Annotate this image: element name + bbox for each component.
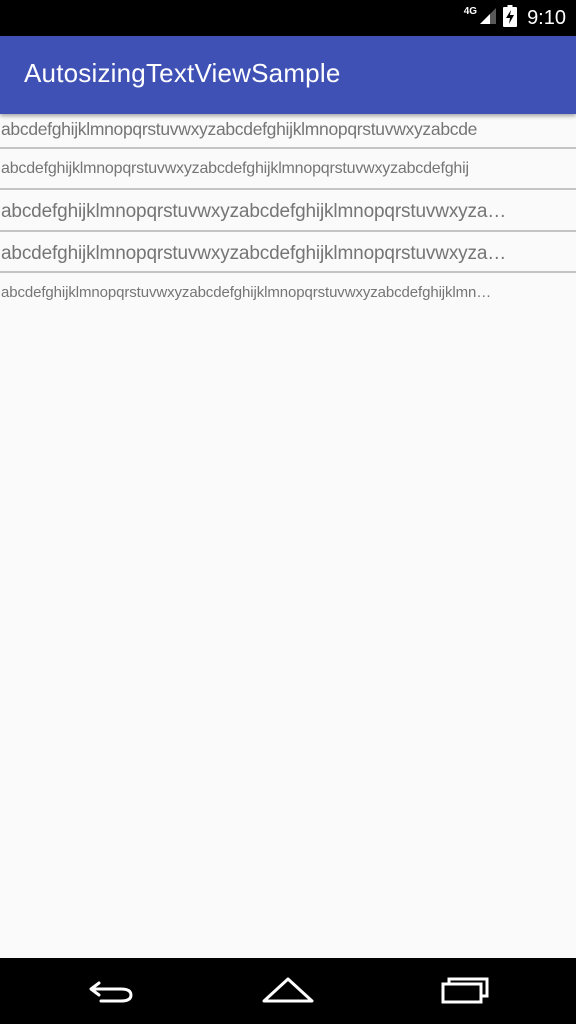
battery-charging-icon [503,4,518,32]
navigation-bar [0,958,576,1024]
autosize-text-row-2: abcdefghijklmnopqrstuvwxyzabcdefghijklmn… [0,149,576,190]
recents-button[interactable] [435,972,495,1012]
signal-icon [479,7,497,30]
autosize-text-row-4: abcdefghijklmnopqrstuvwxyzabcdefghijklmn… [0,232,576,273]
autosize-text-row-3: abcdefghijklmnopqrstuvwxyzabcdefghijklmn… [0,190,576,232]
autosize-text-4: abcdefghijklmnopqrstuvwxyzabcdefghijklmn… [1,243,507,264]
app-bar: AutosizingTextViewSample [0,36,576,114]
network-type-label: 4G [463,6,478,17]
screen: 4G 9:10 AutosizingTextViewSample abcdefg… [0,0,576,1024]
autosize-text-2: abcdefghijklmnopqrstuvwxyzabcdefghijklmn… [1,160,469,177]
autosize-text-1: abcdefghijklmnopqrstuvwxyzabcdefghijklmn… [1,119,478,139]
home-button[interactable] [258,972,318,1012]
back-button[interactable] [82,972,142,1012]
autosize-text-row-1: abcdefghijklmnopqrstuvwxyzabcdefghijklmn… [0,114,576,149]
status-bar: 4G 9:10 [0,0,576,36]
app-title: AutosizingTextViewSample [24,58,341,88]
back-icon [87,975,137,1010]
text-list: abcdefghijklmnopqrstuvwxyzabcdefghijklmn… [0,114,576,313]
autosize-text-row-5: abcdefghijklmnopqrstuvwxyzabcdefghijklmn… [0,273,576,313]
home-icon [260,974,316,1011]
recents-icon [439,975,491,1010]
autosize-text-5: abcdefghijklmnopqrstuvwxyzabcdefghijklmn… [1,284,492,301]
autosize-text-3: abcdefghijklmnopqrstuvwxyzabcdefghijklmn… [1,201,507,222]
clock: 9:10 [527,6,566,29]
